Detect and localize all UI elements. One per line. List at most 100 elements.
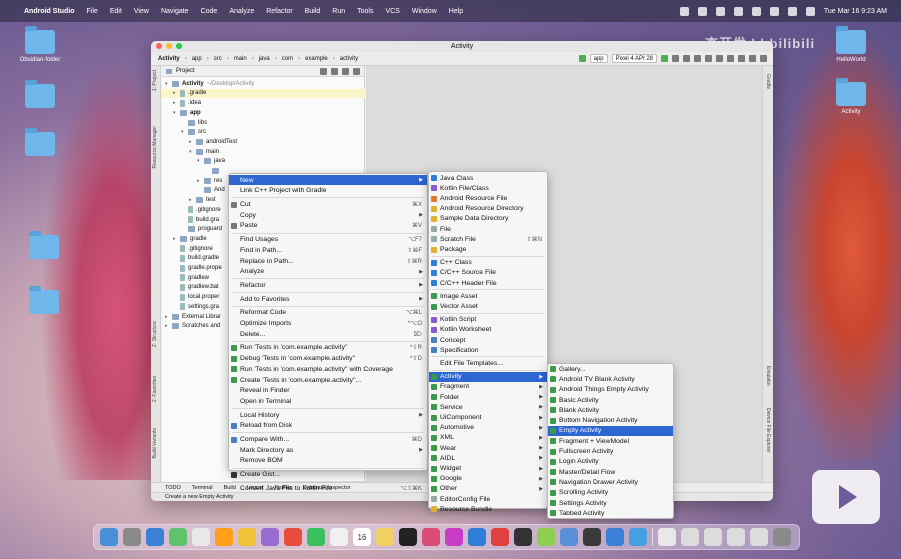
debug-icon[interactable] xyxy=(683,55,690,62)
desktop-folder[interactable] xyxy=(10,80,70,111)
menubar-item[interactable]: Refactor xyxy=(266,8,292,15)
dock-app-icon[interactable] xyxy=(468,528,486,546)
menu-item[interactable]: Edit File Templates... xyxy=(429,358,547,368)
menu-item[interactable]: Android Resource Directory xyxy=(429,204,547,214)
search-everywhere-icon[interactable] xyxy=(760,55,767,62)
hammer-icon[interactable] xyxy=(578,55,586,62)
menu-item[interactable]: Cut ⌘X xyxy=(229,199,427,209)
menubar-item[interactable]: Run xyxy=(332,8,345,15)
menu-item[interactable]: Refactor ▶ xyxy=(229,280,427,290)
expand-arrow-icon[interactable]: ▾ xyxy=(181,129,188,135)
menu-item[interactable]: XML ▶ xyxy=(429,433,547,443)
hide-icon[interactable] xyxy=(353,67,360,75)
dock-app-icon[interactable] xyxy=(169,528,187,546)
dock-app-icon[interactable] xyxy=(727,528,745,546)
menu-item[interactable]: Find in Path... ⇧⌘F xyxy=(229,245,427,255)
tree-node[interactable]: ▾ Activity ~/Desktop/Activity xyxy=(162,79,365,89)
breadcrumb-item[interactable]: main xyxy=(232,56,249,62)
menu-item[interactable]: Android Things Empty Activity xyxy=(548,385,673,395)
menu-item[interactable]: Reveal in Finder xyxy=(229,386,427,396)
minimize-window-button[interactable] xyxy=(166,43,172,49)
run-config-dropdown[interactable]: app xyxy=(589,54,608,63)
tree-node[interactable]: ▸ androidTest xyxy=(162,137,365,147)
menu-item[interactable]: Folder ▶ xyxy=(429,392,547,402)
wifi-icon[interactable] xyxy=(769,6,779,16)
menu-item[interactable]: Kotlin Worksheet xyxy=(429,325,547,335)
menu-item[interactable]: Paste ⌘V xyxy=(229,221,427,231)
menu-item[interactable]: Empty Activity xyxy=(548,425,673,437)
menu-item[interactable]: Local History ▶ xyxy=(229,410,427,420)
menu-item[interactable]: C/C++ Header File xyxy=(429,278,547,288)
avd-manager-icon[interactable] xyxy=(738,55,745,62)
menu-item[interactable]: Blank Activity xyxy=(548,405,673,415)
tab-device-file-explorer[interactable]: Device File Explorer xyxy=(765,408,771,453)
menu-item[interactable]: AIDL ▶ xyxy=(429,453,547,463)
menubar-clock[interactable]: Tue Mar 16 9:23 AM xyxy=(824,8,887,15)
dock-app-icon[interactable] xyxy=(261,528,279,546)
menu-item[interactable]: Fragment ▶ xyxy=(429,382,547,392)
gear-icon[interactable] xyxy=(342,67,349,75)
menu-item[interactable]: Create 'Tests in 'com.example.activity''… xyxy=(229,375,427,385)
dock-app-icon[interactable] xyxy=(307,528,325,546)
menu-item[interactable]: Mark Directory as ▶ xyxy=(229,445,427,455)
sync-icon[interactable] xyxy=(727,55,734,62)
dock-app-icon[interactable] xyxy=(773,528,791,546)
tab-project[interactable]: 1: Project xyxy=(152,70,158,91)
dock-app-icon[interactable] xyxy=(583,528,601,546)
locate-icon[interactable] xyxy=(320,67,327,75)
tab-build-variants[interactable]: Build Variants xyxy=(152,428,158,458)
menu-item[interactable]: Find Usages ⌥F7 xyxy=(229,235,427,245)
menubar-item[interactable]: Tools xyxy=(357,8,373,15)
menubar-app-name[interactable]: Android Studio xyxy=(24,8,75,15)
expand-arrow-icon[interactable]: ▸ xyxy=(189,139,196,145)
tree-node[interactable]: ▾ app xyxy=(162,108,365,118)
dock-app-icon[interactable] xyxy=(606,528,624,546)
dock-app-icon[interactable] xyxy=(238,528,256,546)
menubar-item[interactable]: Edit xyxy=(110,8,122,15)
status-icon[interactable] xyxy=(679,6,689,16)
breadcrumb-item[interactable]: app xyxy=(190,56,204,62)
menu-item[interactable]: Vector Asset xyxy=(429,301,547,311)
expand-arrow-icon[interactable]: ▸ xyxy=(173,100,180,106)
menu-item[interactable]: Debug 'Tests in 'com.example.activity'' ^… xyxy=(229,354,427,364)
desktop-folder[interactable]: Obsidian-folder xyxy=(10,26,70,63)
expand-arrow-icon[interactable]: ▸ xyxy=(173,236,180,242)
breadcrumb-item[interactable]: java xyxy=(257,56,272,62)
menu-item[interactable]: Package xyxy=(429,244,547,254)
desktop-folder[interactable] xyxy=(14,231,74,262)
tab-resource-manager[interactable]: Resource Manager xyxy=(152,126,158,169)
menu-item[interactable]: Master/Detail Flow xyxy=(548,467,673,477)
close-window-button[interactable] xyxy=(156,43,162,49)
expand-arrow-icon[interactable]: ▸ xyxy=(173,90,180,96)
expand-arrow-icon[interactable]: ▸ xyxy=(165,314,172,320)
breadcrumb-item[interactable]: Activity xyxy=(156,56,182,62)
tree-node[interactable]: ▾ src xyxy=(162,128,365,138)
stop-icon[interactable] xyxy=(716,55,723,62)
status-icon[interactable] xyxy=(715,6,725,16)
menu-item[interactable]: Settings Activity xyxy=(548,498,673,508)
expand-arrow-icon[interactable]: ▸ xyxy=(189,197,196,203)
menu-item[interactable]: Link C++ Project with Gradle xyxy=(229,186,427,196)
status-icon[interactable] xyxy=(733,6,743,16)
menu-item[interactable]: Add to Favorites ▶ xyxy=(229,294,427,304)
device-dropdown[interactable]: Pixel 4 API 28 xyxy=(611,54,657,63)
sdk-manager-icon[interactable] xyxy=(749,55,756,62)
menu-item[interactable]: Gallery... xyxy=(548,364,673,374)
zoom-window-button[interactable] xyxy=(176,43,182,49)
menu-item[interactable]: Other ▶ xyxy=(429,484,547,494)
tab-gradle[interactable]: Gradle xyxy=(765,74,771,89)
menu-item[interactable]: Widget ▶ xyxy=(429,463,547,473)
desktop-folder[interactable] xyxy=(14,286,74,317)
menu-item[interactable]: Tabbed Activity xyxy=(548,508,673,518)
menubar-item[interactable]: Window xyxy=(412,8,437,15)
menu-item[interactable]: Fullscreen Activity xyxy=(548,446,673,456)
menu-item[interactable]: Run 'Tests in 'com.example.activity'' wi… xyxy=(229,364,427,374)
bottom-tab[interactable]: Terminal xyxy=(192,485,213,491)
menu-item[interactable]: Open in Terminal xyxy=(229,396,427,406)
menu-item[interactable]: Fragment + ViewModel xyxy=(548,436,673,446)
dock-app-icon[interactable] xyxy=(284,528,302,546)
dock-app-icon[interactable] xyxy=(491,528,509,546)
menu-item[interactable]: File xyxy=(429,224,547,234)
status-icon[interactable] xyxy=(751,6,761,16)
profile-icon[interactable] xyxy=(694,55,701,62)
